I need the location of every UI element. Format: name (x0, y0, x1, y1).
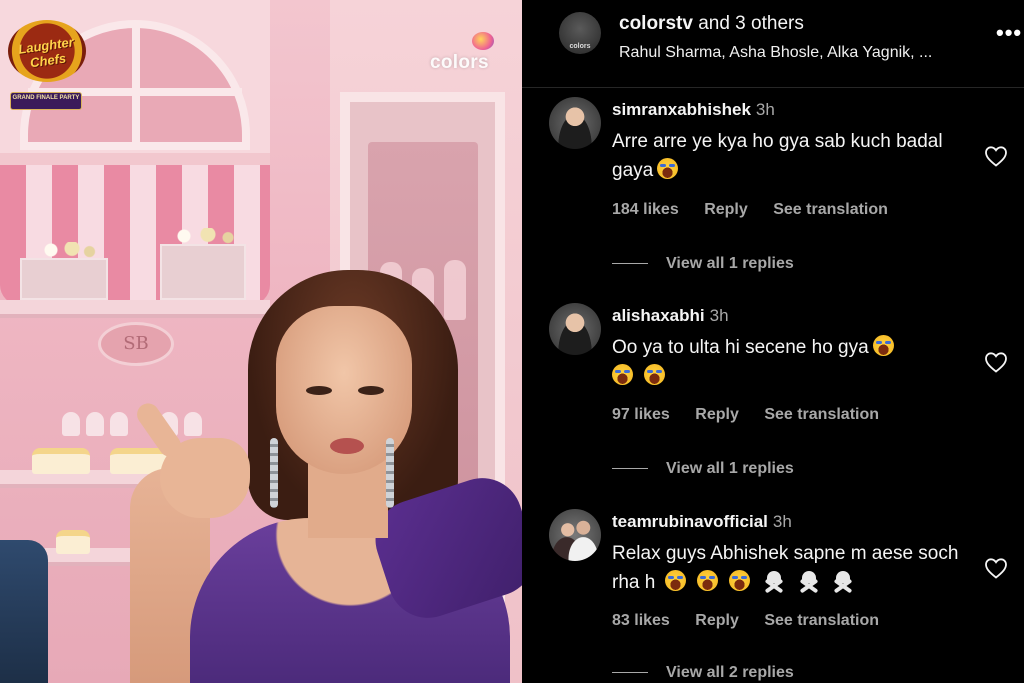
post-authors[interactable]: colorstv and 3 others (619, 13, 804, 35)
comment-header: alishaxabhi 3h (612, 306, 729, 326)
commenter-avatar[interactable] (549, 509, 601, 561)
divider (612, 263, 648, 265)
view-replies-label[interactable]: View all 1 replies (666, 460, 794, 477)
laughing-emoji-icon (729, 570, 751, 591)
laughing-emoji-icon (644, 364, 666, 385)
cupcake (86, 412, 104, 436)
others-count[interactable]: and 3 others (698, 13, 804, 34)
cupcake (62, 412, 80, 436)
video-frame[interactable]: SB Laughter Chefs GRAND FINALE PARTY col… (0, 0, 522, 683)
skull-crossbones-icon (833, 571, 853, 594)
laughing-emoji-icon (664, 570, 686, 591)
commenter-username[interactable]: teamrubinavofficial (612, 512, 768, 531)
comment-item: alishaxabhi 3h Oo ya to ulta hi secene ho… (522, 303, 1024, 493)
account-avatar-text: colors (569, 43, 591, 50)
cake (32, 448, 90, 474)
earring (270, 438, 278, 508)
see-translation-button[interactable]: See translation (764, 406, 879, 423)
presenter-figure (130, 268, 522, 683)
channel-watermark-text: colors (430, 52, 489, 73)
see-translation-button[interactable]: See translation (764, 612, 879, 629)
post-header: colors colorstv and 3 others Rahul Sharm… (522, 0, 1024, 88)
comment-time: 3h (755, 100, 775, 119)
reply-button[interactable]: Reply (695, 612, 739, 629)
display-box (20, 258, 108, 300)
commenter-username[interactable]: alishaxabhi (612, 306, 705, 325)
comment-time: 3h (709, 306, 729, 325)
skull-crossbones-icon (799, 571, 819, 594)
heart-icon[interactable] (984, 557, 1008, 579)
like-count[interactable]: 83 likes (612, 612, 670, 629)
flower-arrangement (160, 228, 240, 244)
comment-actions: 83 likes Reply See translation (612, 612, 900, 630)
divider (612, 672, 648, 674)
comment-body: Oo ya to ulta hi secene ho gya (612, 337, 869, 358)
commenter-avatar[interactable] (549, 97, 601, 149)
see-translation-button[interactable]: See translation (773, 201, 888, 218)
reply-button[interactable]: Reply (704, 201, 748, 218)
view-replies-label[interactable]: View all 2 replies (666, 664, 794, 681)
comment-header: teamrubinavofficial 3h (612, 512, 792, 532)
skull-crossbones-icon (764, 571, 784, 594)
divider (612, 468, 648, 470)
view-replies-button[interactable]: View all 2 replies (612, 664, 794, 682)
comment-actions: 184 likes Reply See translation (612, 201, 909, 219)
comment-text: Relax guys Abhishek sapne m aese soch rh… (612, 539, 972, 597)
laughing-emoji-icon (657, 158, 679, 179)
cake (56, 530, 90, 554)
collaborators-list[interactable]: Rahul Sharma, Asha Bhosle, Alka Yagnik, … (619, 44, 932, 62)
channel-logo-icon (472, 32, 494, 50)
comment-header: simranxabhishek 3h (612, 100, 775, 120)
commenter-username[interactable]: simranxabhishek (612, 100, 751, 119)
like-count[interactable]: 97 likes (612, 406, 670, 423)
laughing-emoji-icon (872, 335, 894, 356)
channel-watermark: colors (428, 32, 504, 76)
laughing-emoji-icon (612, 364, 633, 385)
comment-text: Arre arre ye kya ho gya sab kuch badal g… (612, 127, 972, 185)
earring (386, 438, 394, 508)
account-username[interactable]: colorstv (619, 13, 693, 34)
more-options-icon[interactable]: ••• (996, 20, 1022, 46)
comment-item: teamrubinavofficial 3h Relax guys Abhishe… (522, 509, 1024, 683)
comment-item: simranxabhishek 3h Arre arre ye kya ho gy… (522, 97, 1024, 287)
comment-time: 3h (772, 512, 792, 531)
comment-text: Oo ya to ulta hi secene ho gya (612, 333, 972, 391)
commenter-avatar[interactable] (549, 303, 601, 355)
bystander-figure (0, 540, 48, 683)
reply-button[interactable]: Reply (695, 406, 739, 423)
comments-panel: colors colorstv and 3 others Rahul Sharm… (522, 0, 1024, 683)
view-replies-label[interactable]: View all 1 replies (666, 255, 794, 272)
heart-icon[interactable] (984, 145, 1008, 167)
show-logo-badge: GRAND FINALE PARTY (10, 92, 82, 110)
view-replies-button[interactable]: View all 1 replies (612, 460, 794, 478)
laughing-emoji-icon (696, 570, 718, 591)
comment-body: Relax guys Abhishek sapne m aese soch rh… (612, 543, 959, 593)
view-replies-button[interactable]: View all 1 replies (612, 255, 794, 273)
cupcake (110, 412, 128, 436)
account-avatar[interactable]: colors (559, 12, 601, 54)
show-logo: Laughter Chefs GRAND FINALE PARTY (6, 10, 88, 110)
heart-icon[interactable] (984, 351, 1008, 373)
like-count[interactable]: 184 likes (612, 201, 679, 218)
flower-arrangement (30, 242, 100, 258)
comment-actions: 97 likes Reply See translation (612, 406, 900, 424)
